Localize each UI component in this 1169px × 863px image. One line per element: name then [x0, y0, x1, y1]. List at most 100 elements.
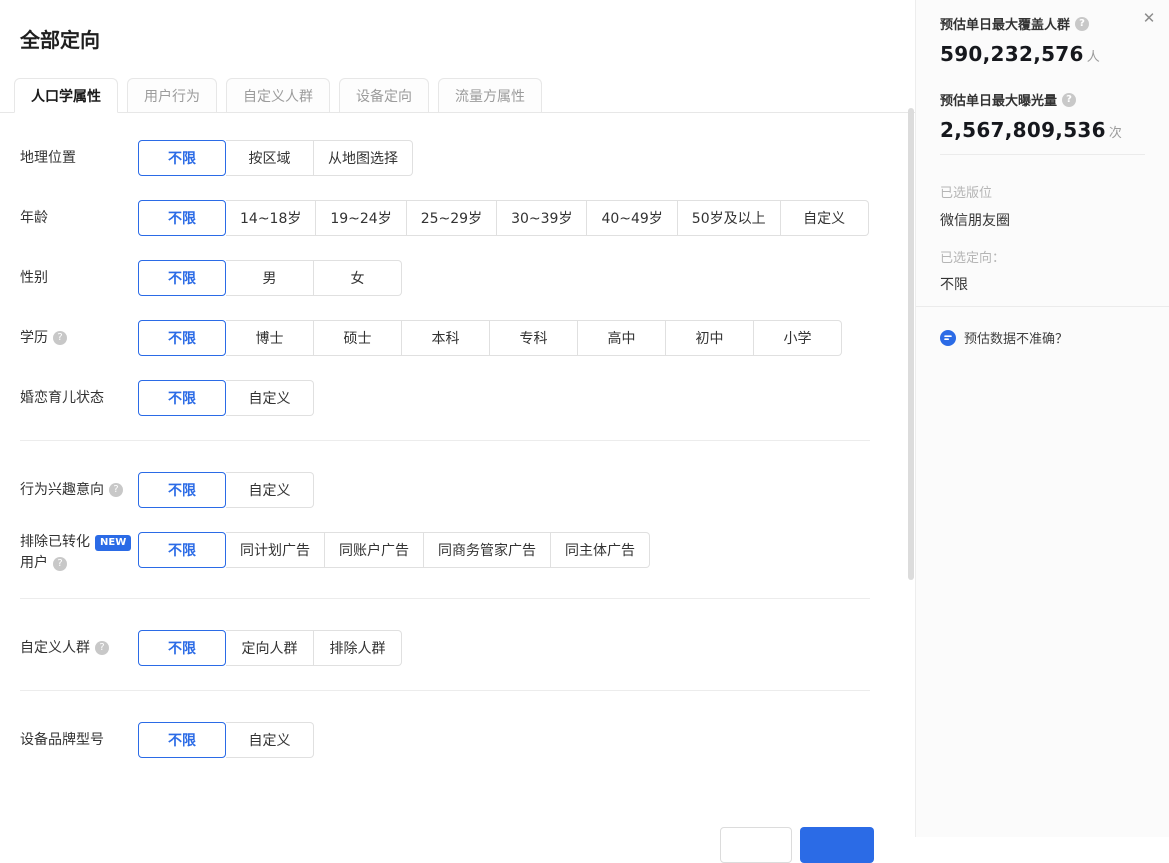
row-label: 自定义人群? [20, 630, 138, 666]
option-button[interactable]: 女 [314, 260, 402, 296]
feedback-link[interactable]: 预估数据不准确？ [940, 328, 1145, 347]
option-button[interactable]: 25~29岁 [407, 200, 497, 236]
row-label: 学历? [20, 320, 138, 356]
targeting-row: 自定义人群?不限定向人群排除人群 [20, 630, 900, 666]
tab-demographics[interactable]: 人口学属性 [14, 78, 118, 113]
row-label: 行为兴趣意向? [20, 472, 138, 508]
option-button[interactable]: 小学 [754, 320, 842, 356]
help-icon[interactable]: ? [1062, 93, 1076, 107]
option-button-selected[interactable]: 不限 [138, 380, 226, 416]
tab-device-targeting[interactable]: 设备定向 [339, 78, 429, 112]
option-button[interactable]: 初中 [666, 320, 754, 356]
row-label-text: 年龄 [20, 208, 48, 229]
option-button[interactable]: 从地图选择 [314, 140, 413, 176]
metric-impressions-label: 预估单日最大曝光量 [940, 90, 1057, 109]
option-button-selected[interactable]: 不限 [138, 532, 226, 568]
row-label: 性别 [20, 260, 138, 296]
section-divider [20, 690, 870, 691]
metric-impressions-unit: 次 [1109, 126, 1122, 141]
row-label-text: 行为兴趣意向 [20, 480, 104, 501]
targeting-row: 地理位置 不限按区域从地图选择 [20, 140, 900, 176]
help-icon[interactable]: ? [109, 483, 123, 497]
option-button[interactable]: 本科 [402, 320, 490, 356]
option-button[interactable]: 14~18岁 [226, 200, 316, 236]
scrollbar-thumb[interactable] [908, 108, 914, 580]
option-button[interactable]: 男 [226, 260, 314, 296]
row-label-text: 婚恋育儿状态 [20, 388, 104, 409]
option-button[interactable]: 同计划广告 [226, 532, 325, 568]
option-button[interactable]: 同账户广告 [325, 532, 424, 568]
targeting-row: 性别 不限男女 [20, 260, 900, 296]
tab-traffic-attributes[interactable]: 流量方属性 [438, 78, 542, 112]
tab-user-behavior[interactable]: 用户行为 [127, 78, 217, 112]
option-button-selected[interactable]: 不限 [138, 260, 226, 296]
option-button[interactable]: 按区域 [226, 140, 314, 176]
chat-bubble-icon [940, 330, 956, 346]
row-label-text: 用户 [20, 553, 48, 574]
targeting-row: 排除已转化 NEW 用户? 不限同计划广告同账户广告同商务管家广告同主体广告 [20, 532, 900, 574]
row-label: 排除已转化 NEW 用户? [20, 532, 138, 574]
metric-coverage-unit: 人 [1087, 50, 1100, 65]
option-button[interactable]: 定向人群 [226, 630, 314, 666]
option-group: 不限定向人群排除人群 [138, 630, 402, 666]
targeting-row: 行为兴趣意向?不限自定义 [20, 472, 900, 508]
help-icon[interactable]: ? [53, 331, 67, 345]
option-group: 不限同计划广告同账户广告同商务管家广告同主体广告 [138, 532, 650, 574]
selected-targeting-value: 不限 [940, 274, 1145, 294]
option-button[interactable]: 50岁及以上 [678, 200, 781, 236]
feedback-text: 预估数据不准确？ [964, 328, 1068, 347]
help-icon[interactable]: ? [95, 641, 109, 655]
row-label-text: 自定义人群 [20, 638, 90, 659]
metric-impressions: 预估单日最大曝光量 ? 2,567,809,536次 [940, 90, 1145, 142]
option-button-selected[interactable]: 不限 [138, 630, 226, 666]
option-button-selected[interactable]: 不限 [138, 200, 226, 236]
help-icon[interactable]: ? [1075, 17, 1089, 31]
option-group: 不限博士硕士本科专科高中初中小学 [138, 320, 842, 356]
option-button[interactable]: 40~49岁 [587, 200, 677, 236]
option-button[interactable]: 同商务管家广告 [424, 532, 551, 568]
selected-placement-value: 微信朋友圈 [940, 210, 1145, 230]
row-label-text: 性别 [20, 268, 48, 289]
option-button-selected[interactable]: 不限 [138, 140, 226, 176]
option-button[interactable]: 自定义 [781, 200, 869, 236]
option-button[interactable]: 自定义 [226, 380, 314, 416]
targeting-panel: 全部定向 人口学属性 用户行为 自定义人群 设备定向 流量方属性 地理位置不限按… [0, 0, 915, 837]
option-button[interactable]: 专科 [490, 320, 578, 356]
row-label-text: 排除已转化 [20, 532, 90, 553]
row-label-text: 地理位置 [20, 148, 76, 169]
option-group: 不限男女 [138, 260, 402, 296]
option-group: 不限自定义 [138, 722, 314, 758]
metric-coverage-value: 590,232,576 [940, 42, 1084, 66]
option-group: 不限按区域从地图选择 [138, 140, 413, 176]
selected-placement-label: 已选版位 [940, 182, 1145, 201]
option-button[interactable]: 同主体广告 [551, 532, 650, 568]
metric-impressions-value: 2,567,809,536 [940, 118, 1106, 142]
option-button[interactable]: 博士 [226, 320, 314, 356]
option-button[interactable]: 自定义 [226, 472, 314, 508]
section-divider [20, 440, 870, 441]
targeting-row: 年龄 不限14~18岁19~24岁25~29岁30~39岁40~49岁50岁及以上… [20, 200, 900, 236]
option-button[interactable]: 硕士 [314, 320, 402, 356]
option-button[interactable]: 30~39岁 [497, 200, 587, 236]
confirm-button[interactable] [800, 827, 874, 863]
cancel-button[interactable] [720, 827, 792, 863]
targeting-row: 设备品牌型号不限自定义 [20, 722, 900, 758]
option-button-selected[interactable]: 不限 [138, 722, 226, 758]
targeting-row: 婚恋育儿状态 不限自定义 [20, 380, 900, 416]
sidebar-divider [916, 306, 1169, 307]
option-button[interactable]: 高中 [578, 320, 666, 356]
tab-custom-audience[interactable]: 自定义人群 [226, 78, 330, 112]
close-icon[interactable]: ✕ [1139, 8, 1159, 28]
help-icon[interactable]: ? [53, 557, 67, 571]
option-button-selected[interactable]: 不限 [138, 472, 226, 508]
row-label-text: 学历 [20, 328, 48, 349]
option-button[interactable]: 排除人群 [314, 630, 402, 666]
option-button-selected[interactable]: 不限 [138, 320, 226, 356]
estimate-sidebar: ✕ 预估单日最大覆盖人群 ? 590,232,576人 预估单日最大曝光量 ? … [915, 0, 1169, 837]
tabbar: 人口学属性 用户行为 自定义人群 设备定向 流量方属性 [0, 78, 915, 113]
metric-coverage-label: 预估单日最大覆盖人群 [940, 14, 1070, 33]
option-button[interactable]: 自定义 [226, 722, 314, 758]
new-badge: NEW [95, 535, 131, 551]
selected-targeting-label: 已选定向： [940, 247, 1145, 266]
option-button[interactable]: 19~24岁 [316, 200, 406, 236]
